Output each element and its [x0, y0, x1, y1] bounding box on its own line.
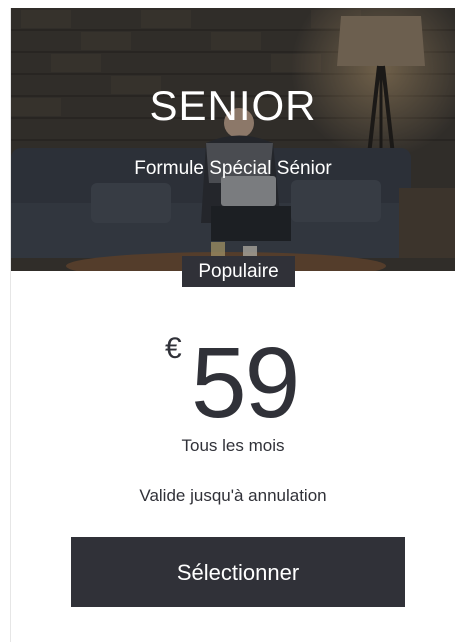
- popular-badge: Populaire: [182, 256, 295, 287]
- price-amount: 59: [191, 327, 300, 439]
- hero-image: SENIOR Formule Spécial Sénior: [11, 8, 455, 271]
- pricing-card: SENIOR Formule Spécial Sénior Populaire …: [10, 8, 455, 642]
- validity-note: Valide jusqu'à annulation: [139, 486, 327, 505]
- hero-overlay: [11, 8, 455, 271]
- select-plan-button[interactable]: Sélectionner: [71, 537, 405, 607]
- currency-symbol: €: [165, 332, 182, 365]
- plan-title: SENIOR: [149, 82, 317, 129]
- plan-subtitle: Formule Spécial Sénior: [134, 158, 332, 179]
- billing-period: Tous les mois: [181, 436, 285, 455]
